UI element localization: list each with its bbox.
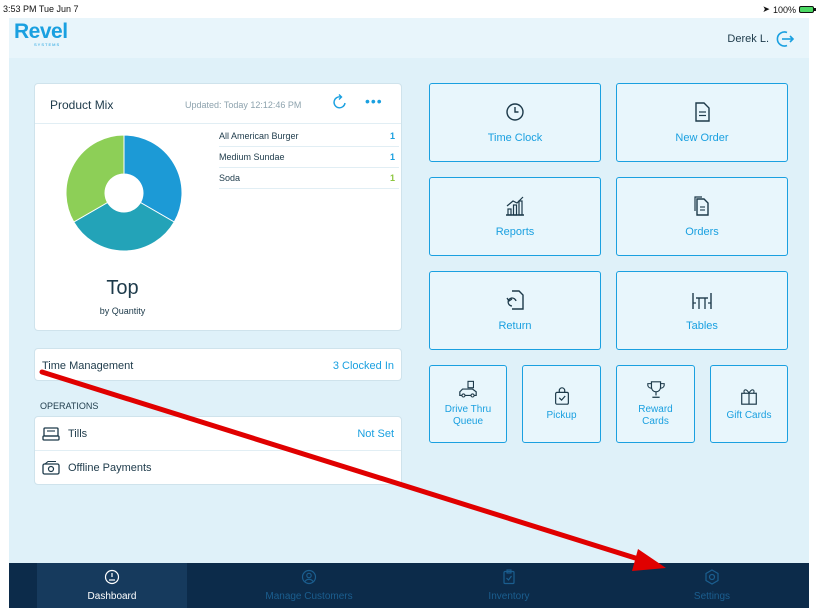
reports-label: Reports xyxy=(495,226,535,238)
product-mix-item: Medium Sundae 1 xyxy=(219,147,399,168)
pickup-label: Pickup xyxy=(546,410,577,421)
tab-inventory[interactable]: Inventory xyxy=(434,563,584,608)
return-label: Return xyxy=(498,320,532,332)
dashboard-icon xyxy=(104,569,120,585)
product-mix-by: by Quantity xyxy=(99,306,146,316)
battery-indicator: ➤ 100% xyxy=(762,4,816,15)
return-icon xyxy=(506,290,524,310)
user-menu[interactable]: Derek L. xyxy=(727,29,795,49)
tables-label: Tables xyxy=(686,320,718,332)
tab-manage-customers-label: Manage Customers xyxy=(265,591,353,602)
product-mix-item-name: Soda xyxy=(219,173,241,183)
shopping-bag-icon xyxy=(554,387,569,405)
time-management-row[interactable]: Time Management 3 Clocked In xyxy=(34,348,402,381)
gear-icon xyxy=(705,569,719,585)
new-order-label: New Order xyxy=(675,132,729,144)
dashboard-content: Product Mix Updated: Today 12:12:46 PM •… xyxy=(9,58,809,563)
time-management-label: Time Management xyxy=(42,360,134,372)
drive-thru-label-line2: Queue xyxy=(452,416,484,427)
product-mix-item-name: All American Burger xyxy=(219,131,299,141)
offline-payments-label: Offline Payments xyxy=(68,462,152,474)
cash-icon xyxy=(42,460,60,475)
new-order-tile[interactable]: New Order xyxy=(616,83,788,162)
status-bar: 3:53 PM Tue Jun 7 ➤ 100% xyxy=(0,0,818,18)
product-mix-header: Product Mix Updated: Today 12:12:46 PM •… xyxy=(35,84,401,124)
logout-icon[interactable] xyxy=(775,29,795,49)
battery-percent: 100% xyxy=(772,4,796,15)
offline-payments-row[interactable]: Offline Payments xyxy=(35,451,401,485)
product-mix-item-qty: 1 xyxy=(389,173,395,183)
reward-label-line2: Cards xyxy=(642,416,669,427)
product-mix-title: Product Mix xyxy=(50,98,114,112)
tab-settings[interactable]: Settings xyxy=(637,563,787,608)
product-mix-item-qty: 1 xyxy=(389,131,395,141)
product-mix-item: Soda 1 xyxy=(219,168,399,189)
pickup-tile[interactable]: Pickup xyxy=(522,365,601,443)
more-options-button[interactable]: ••• xyxy=(365,93,383,109)
clock-icon xyxy=(506,103,524,121)
tab-settings-label: Settings xyxy=(693,591,731,602)
drive-thru-queue-tile[interactable]: Drive Thru Queue xyxy=(429,365,507,443)
documents-icon xyxy=(694,196,709,216)
operations-card: Tills Not Set Offline Payments xyxy=(34,416,402,485)
document-icon xyxy=(695,102,710,122)
product-mix-item: All American Burger 1 xyxy=(219,126,399,147)
tables-tile[interactable]: Tables xyxy=(616,271,788,350)
reports-tile[interactable]: Reports xyxy=(429,177,601,256)
donut-slice xyxy=(65,134,125,223)
product-mix-donut-chart xyxy=(65,134,183,252)
bar-chart-icon xyxy=(506,196,524,216)
status-time: 3:53 PM Tue Jun 7 xyxy=(3,4,79,14)
location-icon: ➤ xyxy=(762,4,770,14)
gift-cards-tile[interactable]: Gift Cards xyxy=(710,365,788,443)
car-icon xyxy=(459,380,477,398)
product-mix-list: All American Burger 1 Medium Sundae 1 Soda 1 xyxy=(219,126,399,189)
reward-label-line1: Reward xyxy=(638,404,673,415)
customer-icon xyxy=(301,569,317,585)
drive-thru-label-line1: Drive Thru xyxy=(444,404,492,415)
tab-manage-customers[interactable]: Manage Customers xyxy=(234,563,384,608)
revel-logo: Revel SYSTEMS xyxy=(14,20,68,47)
time-clock-tile[interactable]: Time Clock xyxy=(429,83,601,162)
orders-label: Orders xyxy=(685,226,719,238)
tills-row[interactable]: Tills Not Set xyxy=(35,417,401,451)
product-mix-item-qty: 1 xyxy=(389,152,395,162)
return-tile[interactable]: Return xyxy=(429,271,601,350)
product-mix-mode: Top xyxy=(106,277,139,299)
trophy-icon xyxy=(646,381,665,398)
clipboard-icon xyxy=(503,569,515,585)
tab-dashboard[interactable]: Dashboard xyxy=(37,563,187,608)
battery-icon xyxy=(799,6,816,13)
tab-inventory-label: Inventory xyxy=(488,591,530,602)
register-icon xyxy=(42,427,60,441)
tab-dashboard-label: Dashboard xyxy=(87,591,137,602)
product-mix-item-name: Medium Sundae xyxy=(219,152,285,162)
donut-slice xyxy=(123,134,183,223)
bottom-tab-bar: Dashboard Manage Customers Inventory Set… xyxy=(9,563,809,608)
app-header: Revel SYSTEMS Derek L. xyxy=(9,18,809,58)
refresh-icon[interactable] xyxy=(331,93,349,111)
table-icon xyxy=(692,293,712,309)
gift-icon xyxy=(741,389,757,405)
orders-tile[interactable]: Orders xyxy=(616,177,788,256)
tills-value: Not Set xyxy=(357,428,394,440)
reward-cards-tile[interactable]: Reward Cards xyxy=(616,365,695,443)
product-mix-card: Product Mix Updated: Today 12:12:46 PM •… xyxy=(34,83,402,331)
tills-label: Tills xyxy=(68,428,88,440)
clocked-in-count: 3 Clocked In xyxy=(332,360,394,372)
app-window: Revel SYSTEMS Derek L. Product Mix Updat… xyxy=(9,18,809,608)
user-name: Derek L. xyxy=(727,33,769,45)
gift-cards-label: Gift Cards xyxy=(726,410,772,421)
product-mix-updated: Updated: Today 12:12:46 PM xyxy=(185,100,302,110)
time-clock-label: Time Clock xyxy=(487,132,543,144)
operations-heading: OPERATIONS xyxy=(40,401,99,411)
